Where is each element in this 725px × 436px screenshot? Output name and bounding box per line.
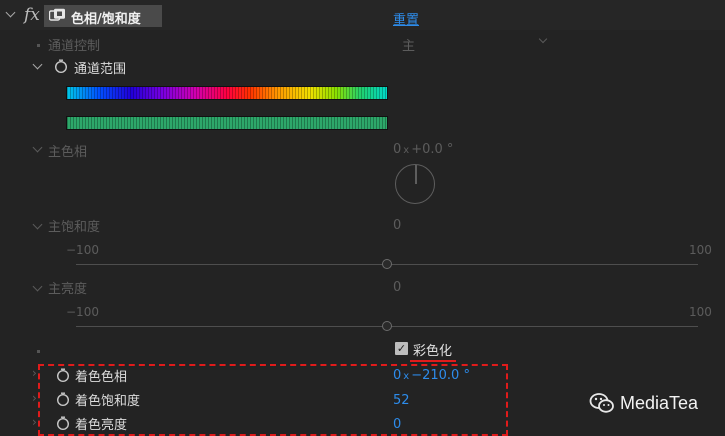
channel-control-select[interactable]: 主 <box>402 35 415 54</box>
channel-control-bullet <box>37 44 40 47</box>
master-lightness-max: 100 <box>689 305 712 319</box>
colorize-hue-expand-icon[interactable]: › <box>32 366 37 380</box>
master-saturation-max: 100 <box>689 243 712 257</box>
colorize-saturation-expand-icon[interactable]: › <box>32 391 37 405</box>
master-hue-degrees: +0.0 <box>411 142 443 157</box>
master-lightness-chevron-icon[interactable] <box>32 281 43 292</box>
watermark-text: MediaTea <box>620 393 699 413</box>
colorize-label[interactable]: 彩色化 <box>413 340 452 359</box>
channel-control-dropdown-icon[interactable] <box>538 34 548 44</box>
colorize-bullet <box>37 350 40 353</box>
master-lightness-min: −100 <box>66 305 99 319</box>
master-lightness-value[interactable]: 0 <box>393 280 401 295</box>
reset-link[interactable]: 重置 <box>393 9 419 28</box>
colorize-checkbox[interactable]: ✓ <box>395 342 408 355</box>
master-hue-chevron-icon[interactable] <box>32 142 43 153</box>
master-hue-label: 主色相 <box>48 145 88 160</box>
master-hue-revolutions: 0 <box>393 142 402 157</box>
master-saturation-label: 主饱和度 <box>48 220 101 235</box>
master-saturation-chevron-icon[interactable] <box>32 219 43 230</box>
effect-name: 色相/饱和度 <box>71 12 141 27</box>
hue-range-bar[interactable] <box>66 86 388 100</box>
master-saturation-value[interactable]: 0 <box>393 218 401 233</box>
master-hue-value[interactable]: 0 x +0.0 ° <box>393 142 453 157</box>
master-lightness-label: 主亮度 <box>48 282 88 297</box>
channel-range-label: 通道范围 <box>74 62 127 77</box>
master-hue-x: x <box>403 145 410 156</box>
master-lightness-slider-knob[interactable] <box>381 321 392 331</box>
effect-preset-icon <box>49 8 65 21</box>
fx-icon[interactable]: fx <box>24 5 40 25</box>
wechat-icon <box>589 393 614 413</box>
colorize-lightness-expand-icon[interactable]: › <box>32 415 37 429</box>
master-saturation-min: −100 <box>66 243 99 257</box>
channel-range-chevron-icon[interactable] <box>32 59 43 70</box>
stopwatch-icon[interactable] <box>54 59 68 73</box>
master-saturation-slider-knob[interactable] <box>381 259 392 269</box>
master-hue-dial-needle <box>415 165 417 184</box>
colorize-underline <box>410 360 456 362</box>
channel-control-label: 通道控制 <box>48 39 101 54</box>
master-hue-degree-symbol: ° <box>446 142 454 157</box>
highlight-dashed-box <box>38 364 508 436</box>
output-range-bar[interactable] <box>66 116 388 130</box>
